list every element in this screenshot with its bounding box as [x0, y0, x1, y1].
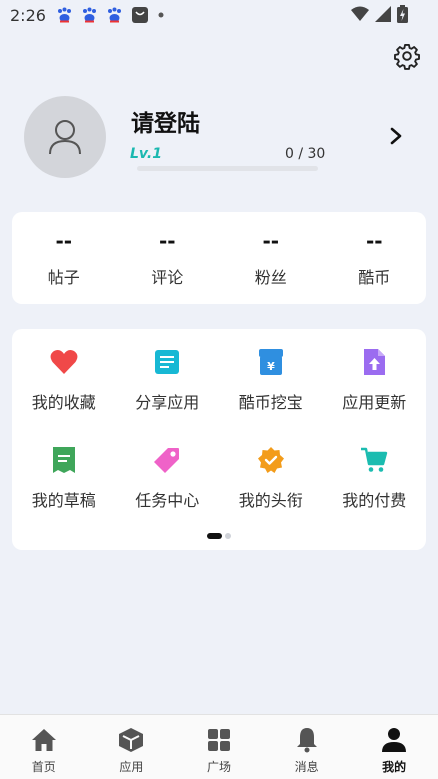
- feature-label: 我的头衔: [238, 491, 303, 510]
- username[interactable]: 请登陆: [131, 104, 200, 138]
- nav-apps[interactable]: 应用: [88, 715, 176, 779]
- baidu-paw-icon: [107, 7, 121, 23]
- page-dot-active: [207, 533, 222, 539]
- feature-app-update[interactable]: 应用更新: [323, 343, 427, 441]
- grid-icon: [206, 727, 232, 753]
- chevron-right-icon[interactable]: [388, 126, 404, 146]
- avatar[interactable]: [24, 96, 106, 178]
- person-icon: [381, 727, 407, 753]
- feature-payments[interactable]: 我的付费: [323, 441, 427, 539]
- nav-home[interactable]: 首页: [0, 715, 88, 779]
- notification-icons: [56, 6, 165, 24]
- gear-icon[interactable]: [393, 42, 421, 70]
- page-indicator: [207, 533, 231, 539]
- badge-check-icon: [256, 445, 286, 475]
- stat-label: 帖子: [47, 268, 80, 287]
- signal-icon: [375, 6, 391, 22]
- level-label: Lv.1: [130, 146, 162, 162]
- stat-coins[interactable]: -- 酷币: [323, 212, 427, 304]
- cube-icon: [118, 727, 144, 753]
- bell-icon: [294, 727, 320, 753]
- draft-icon: [49, 445, 79, 475]
- nav-me[interactable]: 我的: [350, 715, 438, 779]
- nav-label: 消息: [294, 760, 319, 774]
- heart-icon: [49, 347, 79, 377]
- nav-square[interactable]: 广场: [175, 715, 263, 779]
- wifi-icon: [351, 6, 369, 21]
- feature-coin-treasure[interactable]: ¥ 酷币挖宝: [219, 343, 323, 441]
- user-placeholder-icon: [49, 120, 81, 155]
- task-tag-icon: [152, 445, 182, 475]
- feature-label: 我的收藏: [31, 393, 96, 412]
- stat-value: --: [365, 229, 383, 253]
- coin-treasure-icon: ¥: [256, 347, 286, 377]
- svg-text:¥: ¥: [267, 360, 275, 373]
- exp-progress-bar: [137, 166, 318, 171]
- dot-icon: [158, 12, 164, 18]
- feature-label: 分享应用: [135, 393, 200, 412]
- exp-text: 0 / 30: [285, 146, 326, 162]
- update-icon: [359, 347, 389, 377]
- feature-label: 应用更新: [342, 393, 407, 412]
- stat-followers[interactable]: -- 粉丝: [219, 212, 323, 304]
- feature-label: 酷币挖宝: [238, 393, 303, 412]
- status-bar: 2:26: [0, 0, 438, 30]
- feature-share-app[interactable]: 分享应用: [116, 343, 220, 441]
- system-icons: [351, 5, 408, 23]
- feature-label: 任务中心: [135, 491, 200, 510]
- stat-comments[interactable]: -- 评论: [116, 212, 220, 304]
- feature-label: 我的草稿: [31, 491, 96, 510]
- share-app-icon: [152, 347, 182, 377]
- nav-messages[interactable]: 消息: [263, 715, 351, 779]
- cart-icon: [359, 445, 389, 475]
- nav-label: 首页: [31, 760, 56, 774]
- page-dot: [225, 533, 231, 539]
- stat-value: --: [55, 229, 73, 253]
- stat-label: 粉丝: [254, 268, 287, 287]
- nav-label: 我的: [382, 760, 407, 774]
- feature-task-center[interactable]: 任务中心: [116, 441, 220, 539]
- feature-label: 我的付费: [342, 491, 407, 510]
- feature-drafts[interactable]: 我的草稿: [12, 441, 116, 539]
- bottom-nav: 首页 应用 广场 消息 我的: [0, 714, 438, 779]
- feature-titles[interactable]: 我的头衔: [219, 441, 323, 539]
- baidu-paw-icon: [57, 7, 71, 23]
- features-grid: 我的收藏 分享应用 ¥ 酷币挖宝 应用更新 我的草稿 任务中心 我的头衔 我的付…: [12, 343, 426, 539]
- stat-label: 酷币: [358, 268, 391, 287]
- features-card: 我的收藏 分享应用 ¥ 酷币挖宝 应用更新 我的草稿 任务中心 我的头衔 我的付…: [12, 329, 426, 550]
- stat-label: 评论: [151, 268, 184, 287]
- shopping-bag-icon: [131, 7, 148, 23]
- nav-label: 应用: [119, 760, 144, 774]
- stat-value: --: [262, 229, 280, 253]
- status-time: 2:26: [10, 5, 46, 25]
- stat-posts[interactable]: -- 帖子: [12, 212, 116, 304]
- battery-charging-icon: [397, 5, 408, 23]
- feature-favorites[interactable]: 我的收藏: [12, 343, 116, 441]
- stats-card: -- 帖子 -- 评论 -- 粉丝 -- 酷币: [12, 212, 426, 304]
- home-icon: [31, 727, 57, 753]
- stat-value: --: [158, 229, 176, 253]
- baidu-paw-icon: [82, 7, 96, 23]
- nav-label: 广场: [206, 760, 231, 774]
